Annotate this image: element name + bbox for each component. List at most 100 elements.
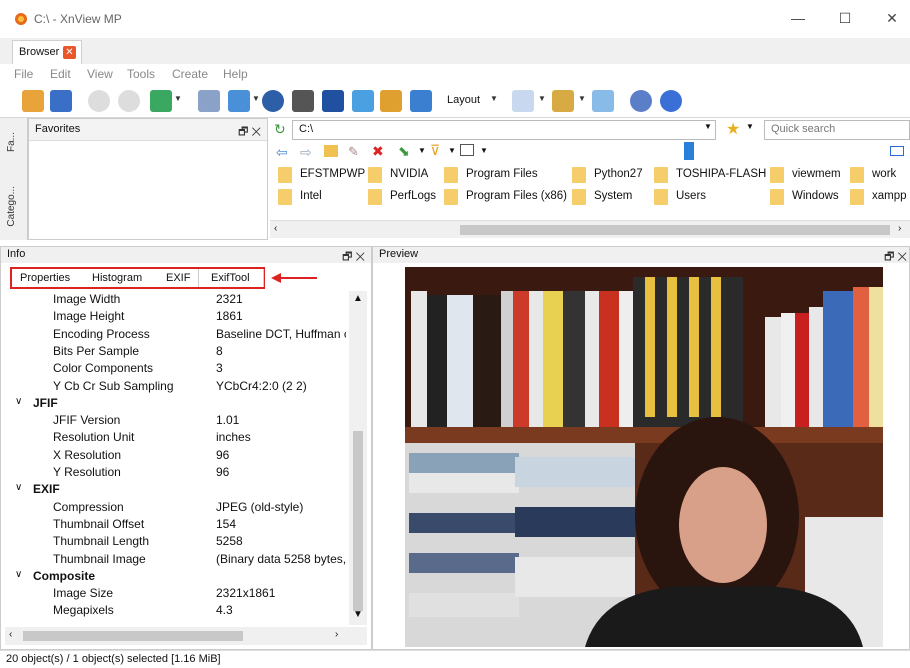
star-icon[interactable]: ★	[726, 119, 740, 139]
panel-toggle-icon[interactable]	[890, 146, 904, 156]
close-icon[interactable]: ✕	[355, 251, 365, 263]
chevron-down-icon[interactable]: ∨	[15, 482, 22, 493]
properties-icon[interactable]	[198, 90, 220, 112]
scroll-right-icon[interactable]: ›	[898, 223, 901, 234]
chevron-down-icon[interactable]: ▼	[252, 94, 260, 103]
tab-histogram[interactable]: Histogram	[92, 272, 142, 284]
scroll-down-icon[interactable]: ▼	[353, 609, 363, 620]
close-icon[interactable]: ✕	[251, 126, 261, 138]
find-icon[interactable]	[262, 90, 284, 112]
float-icon[interactable]: 🗗	[238, 126, 248, 138]
list-item[interactable]: viewmem	[770, 166, 850, 184]
tab-exiftool[interactable]: ExifTool	[198, 269, 264, 287]
gear-icon[interactable]	[630, 90, 652, 112]
slideshow-icon[interactable]	[352, 90, 374, 112]
chevron-down-icon[interactable]: ▼	[480, 146, 488, 155]
tab-exif[interactable]: EXIF	[166, 272, 190, 284]
list-item[interactable]: Program Files (x86)	[444, 188, 567, 206]
rename-icon[interactable]: ✎	[348, 144, 359, 160]
set-wallpaper-icon[interactable]	[150, 90, 172, 112]
capture-icon[interactable]	[410, 90, 432, 112]
tree-icon[interactable]	[592, 90, 614, 112]
vtab-categories[interactable]: Catego...	[6, 186, 17, 227]
scrollbar-thumb[interactable]	[460, 225, 890, 235]
preview-controls[interactable]: 🗗 ✕	[884, 248, 907, 267]
menu-create[interactable]: Create	[172, 67, 208, 81]
group-row[interactable]: ∨ JFIF	[5, 395, 349, 412]
list-item[interactable]: Program Files	[444, 166, 564, 184]
quick-search-input[interactable]: Quick search	[764, 120, 910, 140]
move-icon[interactable]: ⬊	[398, 143, 410, 160]
fullscreen-icon[interactable]	[50, 90, 72, 112]
close-button[interactable]: ✕	[880, 8, 904, 28]
menu-help[interactable]: Help	[223, 67, 248, 81]
browser-mode-icon[interactable]	[22, 90, 44, 112]
print-icon[interactable]	[292, 90, 314, 112]
forward-icon[interactable]: ⇨	[300, 144, 312, 161]
list-item[interactable]: NVIDIA	[368, 166, 438, 184]
chevron-down-icon[interactable]: ▼	[418, 146, 426, 155]
help-icon[interactable]	[660, 90, 682, 112]
chevron-down-icon[interactable]: ▼	[746, 122, 754, 131]
columns-icon[interactable]	[460, 144, 474, 156]
chevron-down-icon[interactable]: ▼	[490, 94, 498, 103]
float-icon[interactable]: 🗗	[342, 251, 352, 263]
tab-browser[interactable]: Browser ✕	[12, 40, 82, 64]
chevron-down-icon[interactable]: ▼	[578, 94, 586, 103]
convert-icon[interactable]	[228, 90, 250, 112]
favorites-controls[interactable]: 🗗 ✕	[238, 123, 261, 142]
list-item[interactable]: work	[850, 166, 910, 184]
menu-tools[interactable]: Tools	[127, 67, 155, 81]
list-item[interactable]: xampp	[850, 188, 910, 206]
scroll-left-icon[interactable]: ‹	[9, 629, 12, 640]
menu-file[interactable]: File	[14, 67, 33, 81]
chevron-down-icon[interactable]: ▼	[538, 94, 546, 103]
chevron-down-icon[interactable]: ∨	[15, 396, 22, 407]
chevron-down-icon[interactable]: ▼	[174, 94, 182, 103]
view-mode-icon[interactable]	[512, 90, 534, 112]
group-row[interactable]: ∨ Composite	[5, 568, 349, 585]
scroll-left-icon[interactable]: ‹	[274, 223, 277, 234]
sort-icon[interactable]	[552, 90, 574, 112]
path-input[interactable]: C:\	[292, 120, 716, 140]
compare-icon[interactable]	[380, 90, 402, 112]
minimize-button[interactable]: —	[786, 8, 810, 28]
maximize-button[interactable]: ☐	[833, 8, 857, 28]
delete-icon[interactable]: ✖	[372, 143, 384, 160]
list-item[interactable]: Windows	[770, 188, 850, 206]
close-tab-icon[interactable]: ✕	[63, 46, 76, 59]
chevron-down-icon[interactable]: ∨	[15, 569, 22, 580]
scroll-up-icon[interactable]: ▲	[353, 293, 363, 304]
menu-edit[interactable]: Edit	[50, 67, 71, 81]
thumbnail-size-slider[interactable]	[684, 142, 694, 160]
list-item[interactable]: TOSHIPA-FLASH	[654, 166, 766, 184]
new-folder-icon[interactable]	[324, 145, 338, 157]
layout-button[interactable]: Layout	[447, 94, 480, 106]
list-item[interactable]: PerfLogs	[368, 188, 438, 206]
refresh-icon[interactable]: ↻	[274, 121, 286, 138]
list-item[interactable]: Python27	[572, 166, 652, 184]
list-item[interactable]: Users	[654, 188, 764, 206]
rotate-right-icon[interactable]	[118, 90, 140, 112]
menu-view[interactable]: View	[87, 67, 113, 81]
info-horizontal-scrollbar[interactable]: ‹ ›	[5, 627, 367, 645]
group-row[interactable]: ∨ EXIF	[5, 481, 349, 498]
chevron-down-icon[interactable]: ▼	[704, 122, 712, 131]
chevron-down-icon[interactable]: ▼	[448, 146, 456, 155]
scroll-right-icon[interactable]: ›	[335, 629, 338, 640]
list-item[interactable]: EFSTMPWP	[278, 166, 378, 184]
file-list-scrollbar[interactable]: ‹ ›	[270, 220, 910, 238]
scrollbar-thumb[interactable]	[353, 431, 363, 611]
close-icon[interactable]: ✕	[897, 251, 907, 263]
info-vertical-scrollbar[interactable]: ▲ ▼	[349, 291, 367, 625]
rotate-left-icon[interactable]	[88, 90, 110, 112]
back-icon[interactable]: ⇦	[276, 144, 288, 161]
info-controls[interactable]: 🗗 ✕	[342, 248, 365, 267]
filter-icon[interactable]: ⊽	[430, 142, 440, 159]
list-item[interactable]: Intel	[278, 188, 378, 206]
list-item[interactable]: System	[572, 188, 652, 206]
scan-icon[interactable]	[322, 90, 344, 112]
vtab-favorites[interactable]: Fa...	[6, 132, 17, 152]
scrollbar-thumb[interactable]	[23, 631, 243, 641]
tab-properties[interactable]: Properties	[20, 272, 70, 284]
